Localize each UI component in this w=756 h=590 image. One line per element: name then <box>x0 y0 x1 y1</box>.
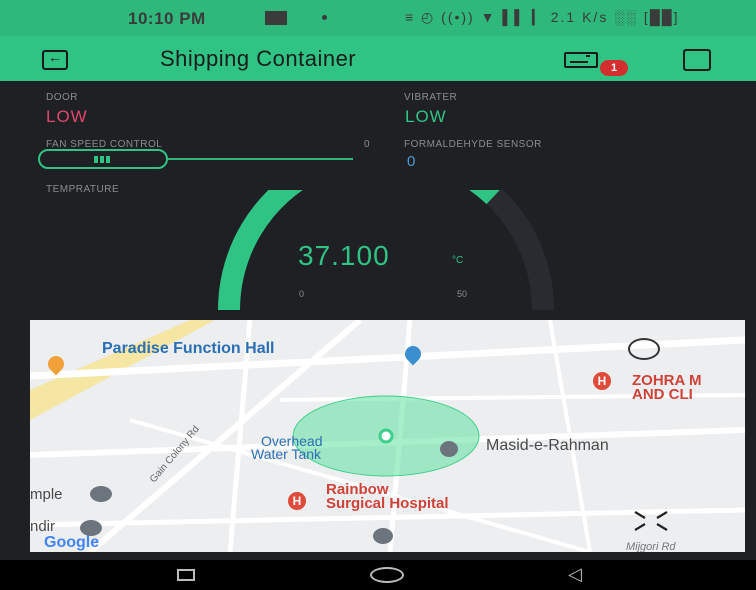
status-icons: ≡ ◴ ((•)) ▼ ▌▌ ▎ 2.1 K/s ░░ [██] <box>405 9 680 25</box>
vibrater-value: LOW <box>405 107 447 126</box>
system-nav-bar: ◁ <box>0 560 756 590</box>
temperature-label: TEMPRATURE <box>46 184 120 195</box>
rainbow-pin-icon: H <box>288 492 306 510</box>
google-logo: Google <box>44 534 100 551</box>
device-lines-icon <box>570 55 590 63</box>
fan-value: 0 <box>364 139 371 150</box>
road-mijgori: Mijgori Rd <box>626 541 676 552</box>
app-header: Shipping Container <box>0 36 756 81</box>
device-icon[interactable] <box>564 52 598 68</box>
temple-pin-icon <box>90 486 112 502</box>
poi-masid: Masid-e-Rahman <box>486 437 609 454</box>
poi-rainbow-2: Surgical Hospital <box>326 495 449 512</box>
page-title: Shipping Container <box>160 46 357 71</box>
vibrater-label: VIBRATER <box>404 92 458 103</box>
formaldehyde-label: FORMALDEHYDE SENSOR <box>404 139 542 150</box>
back-icon[interactable]: ◁ <box>568 564 582 585</box>
notification-dot-icon <box>322 15 327 20</box>
poi-overhead-2: Water Tank <box>251 446 322 462</box>
notification-badge: 1 <box>600 60 628 76</box>
status-time: 10:10 PM <box>128 9 206 28</box>
pegman-search-icon[interactable] <box>628 338 660 360</box>
poi-mandir: ndir <box>30 518 56 535</box>
map-widget[interactable]: Paradise Function Hall H ZOHRA M AND CLI… <box>30 320 745 552</box>
school-pin-icon <box>373 528 393 544</box>
temperature-value: 37.100 <box>298 240 390 271</box>
formaldehyde-value: 0 <box>407 153 416 170</box>
door-value: LOW <box>46 107 88 126</box>
poi-temple: mple <box>30 486 63 503</box>
gauge-max: 50 <box>457 289 468 299</box>
poi-paradise: Paradise Function Hall <box>102 340 275 357</box>
gauge-min: 0 <box>299 289 305 299</box>
fan-slider-handle[interactable] <box>38 149 168 169</box>
hospital-pin-icon: H <box>593 372 611 390</box>
notification-icon <box>265 11 287 25</box>
mosque-pin-icon <box>440 441 458 457</box>
home-icon[interactable] <box>370 567 404 583</box>
fullscreen-exit-icon[interactable] <box>631 508 671 534</box>
door-label: DOOR <box>46 92 78 103</box>
temperature-unit: °C <box>452 255 464 266</box>
recent-apps-icon[interactable] <box>177 569 195 581</box>
poi-zohra-2: AND CLI <box>632 386 693 403</box>
exit-icon[interactable] <box>42 49 68 70</box>
status-bar: 10:10 PM ≡ ◴ ((•)) ▼ ▌▌ ▎ 2.1 K/s ░░ [██… <box>0 0 756 36</box>
square-icon[interactable] <box>683 49 711 71</box>
grip-icon <box>94 156 110 163</box>
